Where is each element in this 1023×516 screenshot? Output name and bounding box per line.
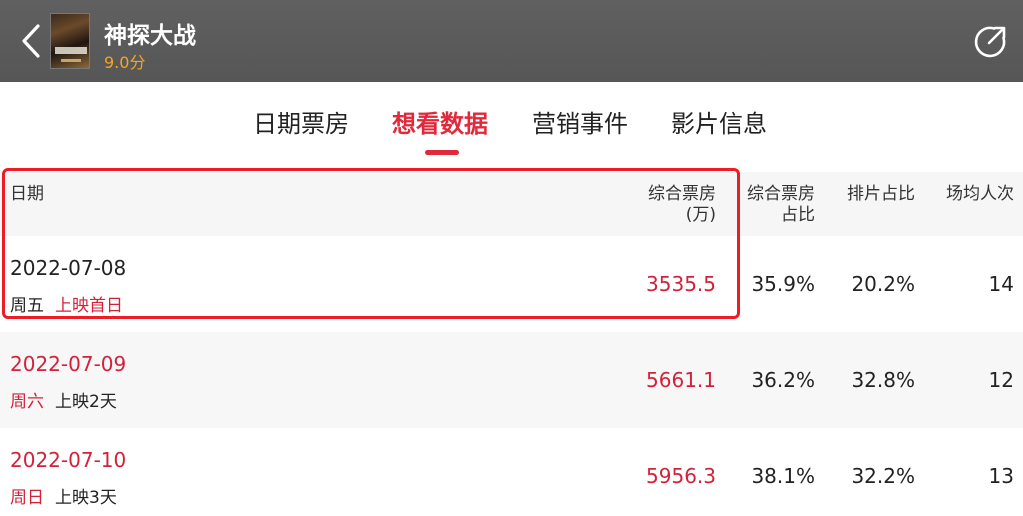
row-status: 上映2天	[55, 392, 117, 412]
row-box-office: 5661.1	[646, 368, 716, 392]
row-status: 上映首日	[55, 296, 123, 316]
row-schedule-share: 32.8%	[851, 368, 915, 392]
row-avg-attendance: 12	[988, 368, 1014, 392]
tab-daily-box-office[interactable]: 日期票房	[253, 104, 349, 139]
header-avg-attendance: 场均人次	[946, 184, 1014, 204]
row-box-share: 35.9%	[751, 272, 815, 296]
row-weekday: 周六	[10, 392, 44, 412]
row-box-share: 38.1%	[751, 464, 815, 488]
table-row[interactable]: 2022-07-10 周日 上映3天 5956.3 38.1% 32.2% 13	[0, 428, 1023, 516]
row-weekday: 周五	[10, 296, 44, 316]
row-schedule-share: 32.2%	[851, 464, 915, 488]
active-tab-indicator	[425, 150, 459, 155]
row-schedule-share: 20.2%	[851, 272, 915, 296]
header-date: 日期	[10, 184, 44, 204]
header-box-office: 综合票房 (万)	[648, 184, 716, 225]
row-date: 2022-07-10	[10, 448, 127, 472]
header-box-share: 综合票房 占比	[747, 184, 815, 225]
table-row[interactable]: 2022-07-09 周六 上映2天 5661.1 36.2% 32.8% 12	[0, 332, 1023, 428]
table-row[interactable]: 2022-07-08 周五 上映首日 3535.5 35.9% 20.2% 14	[0, 236, 1023, 332]
row-avg-attendance: 14	[988, 272, 1014, 296]
row-box-share: 36.2%	[751, 368, 815, 392]
tab-marketing-events[interactable]: 营销事件	[532, 104, 628, 139]
row-box-office: 5956.3	[646, 464, 716, 488]
row-avg-attendance: 13	[988, 464, 1014, 488]
movie-score: 9.0分	[104, 53, 146, 72]
row-weekday: 周日	[10, 488, 44, 508]
tab-bar: 日期票房 想看数据 营销事件 影片信息	[0, 82, 1023, 170]
share-icon[interactable]	[970, 22, 1010, 62]
row-status: 上映3天	[55, 488, 117, 508]
row-date: 2022-07-08	[10, 256, 127, 280]
header-schedule-share: 排片占比	[847, 184, 915, 204]
app-header: 神探大战 9.0分	[0, 0, 1023, 82]
tab-want-to-see[interactable]: 想看数据	[392, 104, 488, 139]
movie-poster[interactable]	[50, 13, 90, 69]
tab-movie-info[interactable]: 影片信息	[671, 104, 767, 139]
movie-title: 神探大战	[104, 23, 196, 49]
table-header: 日期 综合票房 (万) 综合票房 占比 排片占比 场均人次	[0, 172, 1023, 236]
row-box-office: 3535.5	[646, 272, 716, 296]
back-icon[interactable]	[18, 22, 46, 60]
row-date: 2022-07-09	[10, 352, 127, 376]
